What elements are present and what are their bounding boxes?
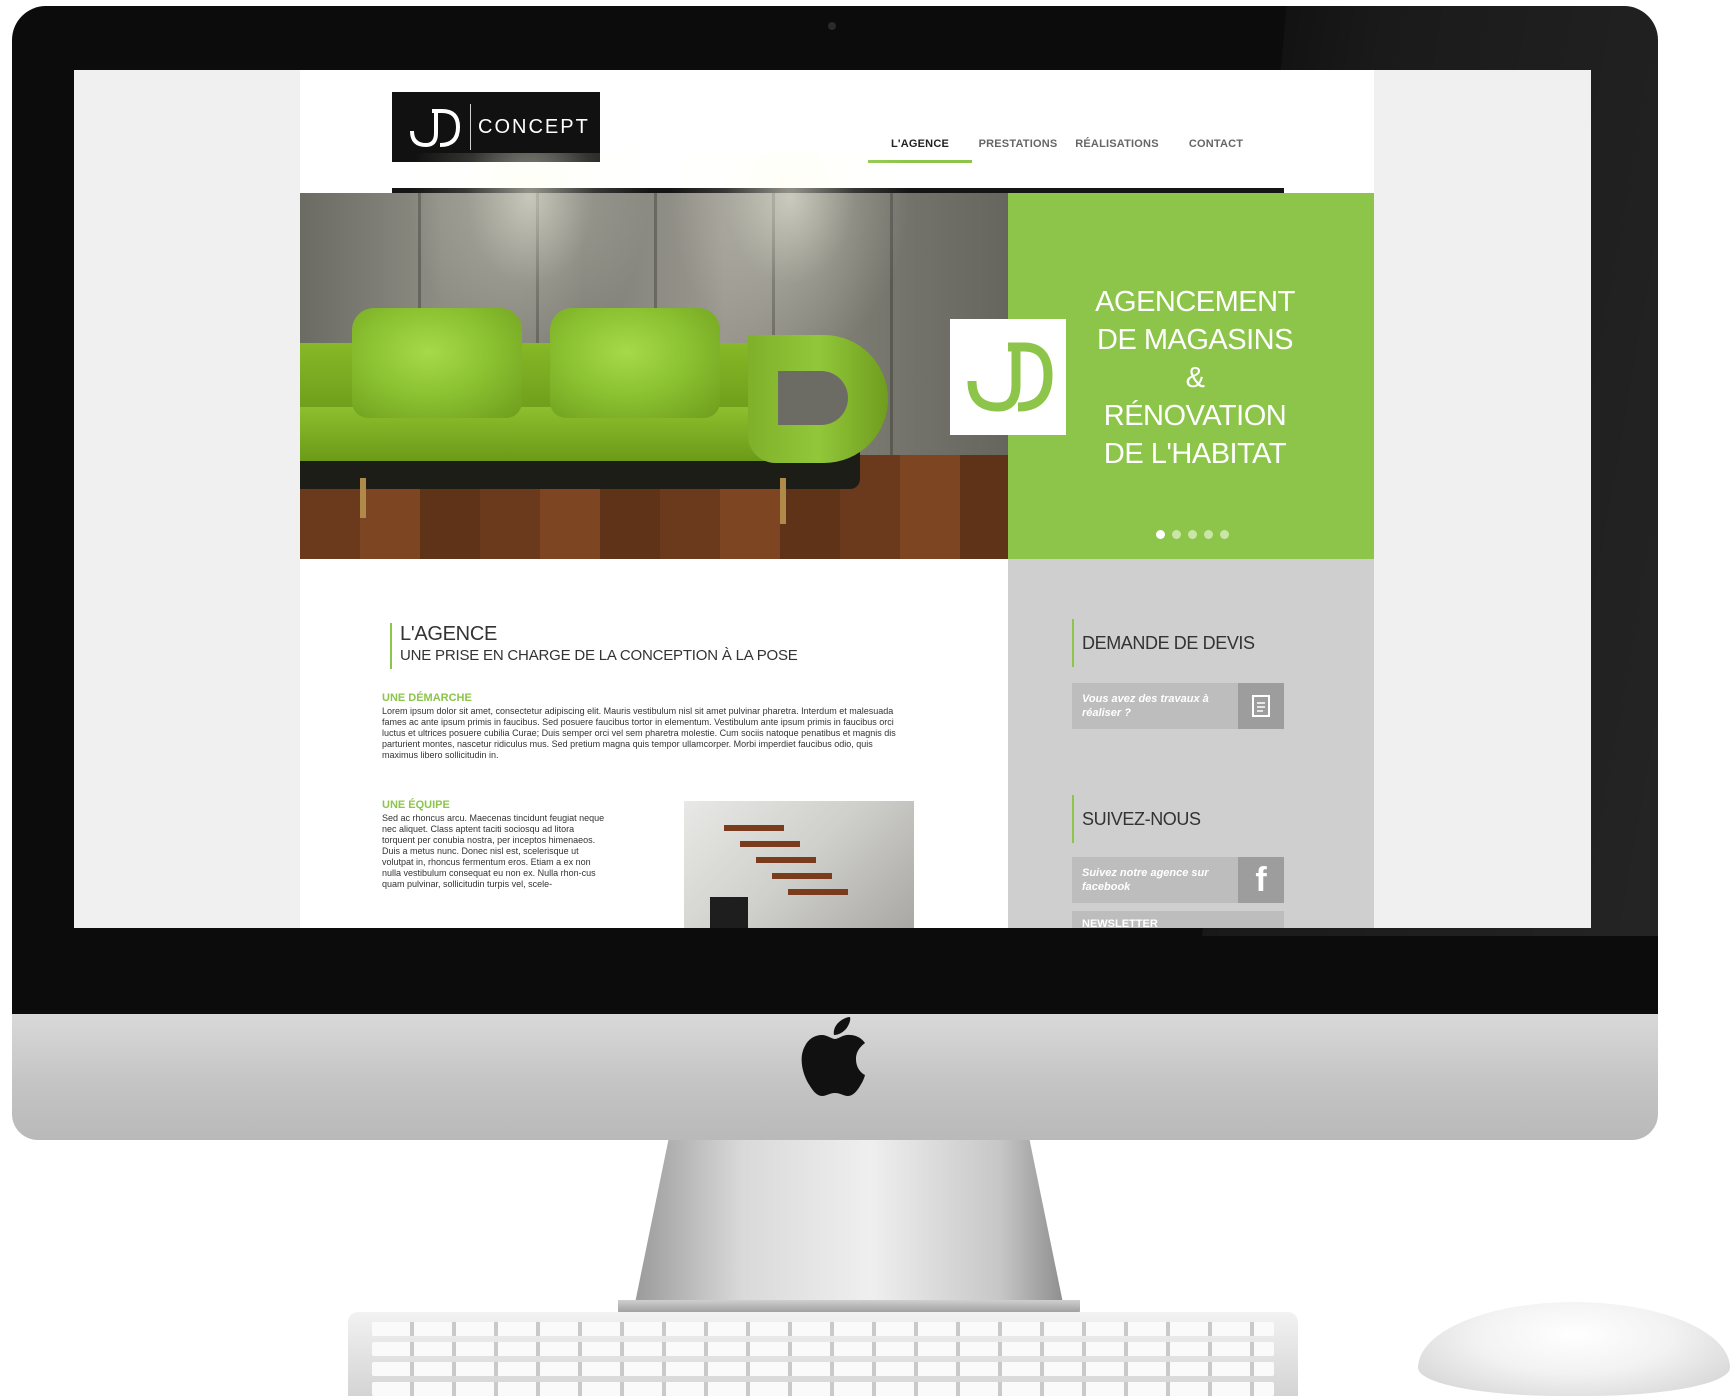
hero-image [300,153,1008,559]
section-title: L'AGENCE [400,623,498,645]
devis-button[interactable]: Vous avez des travaux à réaliser ? [1072,683,1284,729]
keyboard-keys [372,1382,1274,1396]
slider-dot[interactable] [1156,530,1165,539]
jd-logo-icon [410,109,461,148]
sidebar: DEMANDE DE DEVIS Vous avez des travaux à… [1008,559,1374,928]
stair-step [772,873,832,879]
facebook-icon: f [1238,857,1284,903]
nav-contact[interactable]: CONTACT [1180,138,1252,150]
logo-text: CONCEPT [478,116,590,138]
pillow [352,308,522,418]
demarche-text: Lorem ipsum dolor sit amet, consectetur … [382,706,896,760]
apple-logo-icon [801,1017,865,1096]
stair-step [740,841,800,847]
fireplace [710,897,748,928]
sidebar-accent-bar [1072,795,1074,843]
equipe-heading: UNE ÉQUIPE [382,799,450,811]
devis-button-label: Vous avez des travaux à réaliser ? [1082,693,1209,719]
hero-line: AGENCEMENT [1095,286,1295,318]
keyboard-keys [372,1322,1274,1336]
facebook-button-label: Suivez notre agence sur facebook [1082,867,1209,893]
devis-title: DEMANDE DE DEVIS [1082,633,1255,653]
nav-agence[interactable]: L'AGENCE [870,138,970,150]
site-logo[interactable]: CONCEPT [392,92,600,162]
stair-step [756,857,816,863]
newsletter-label: NEWSLETTER [1082,918,1158,928]
nav-prestations[interactable]: PRESTATIONS [976,138,1060,150]
slider-dot[interactable] [1204,530,1213,539]
website: CONCEPT L'AGENCE PRESTATIONS RÉALISATION… [300,70,1374,928]
stair-step [724,825,784,831]
keyboard-keys [372,1362,1274,1376]
keyboard-keys [372,1342,1274,1356]
hero-title: AGENCEMENT DE MAGASINS & RÉNOVATION DE L… [1050,283,1340,473]
equipe-text: Sed ac rhoncus arcu. Maecenas tincidunt … [382,813,605,889]
sidebar-accent-bar [1072,619,1074,667]
hero-logo [950,319,1066,435]
staircase-photo [684,801,914,928]
slider-dot[interactable] [1188,530,1197,539]
jd-logo-green-icon [967,342,1053,412]
hero-line: DE MAGASINS [1097,324,1293,356]
magic-mouse [1418,1302,1730,1396]
sofa-leg [780,478,786,524]
camera [828,22,836,30]
screen: CONCEPT L'AGENCE PRESTATIONS RÉALISATION… [74,70,1591,928]
follow-title: SUIVEZ-NOUS [1082,809,1201,829]
main-content: L'AGENCE UNE PRISE EN CHARGE DE LA CONCE… [300,559,1008,928]
newsletter-button[interactable]: NEWSLETTER [1072,911,1284,928]
slider-dot[interactable] [1172,530,1181,539]
facebook-button[interactable]: Suivez notre agence sur facebook f [1072,857,1284,903]
section-accent-bar [390,623,392,669]
logo-divider [470,104,471,150]
hero-slider: AGENCEMENT DE MAGASINS & RÉNOVATION DE L… [300,153,1374,559]
slider-dots [1156,526,1246,539]
hero-line: RÉNOVATION [1103,400,1287,432]
hero-line: DE L'HABITAT [1103,438,1287,470]
sofa-arm-hole [778,371,848,425]
imac-stand [634,1140,1064,1308]
section-subtitle: UNE PRISE EN CHARGE DE LA CONCEPTION À L… [400,647,798,664]
stair-step [788,889,848,895]
slider-dot[interactable] [1220,530,1229,539]
sofa-leg [360,478,366,518]
demarche-heading: UNE DÉMARCHE [382,692,472,704]
document-icon [1238,683,1284,729]
nav-realisations[interactable]: RÉALISATIONS [1070,138,1164,150]
pillow [550,308,720,418]
hero-line: & [1185,362,1205,394]
